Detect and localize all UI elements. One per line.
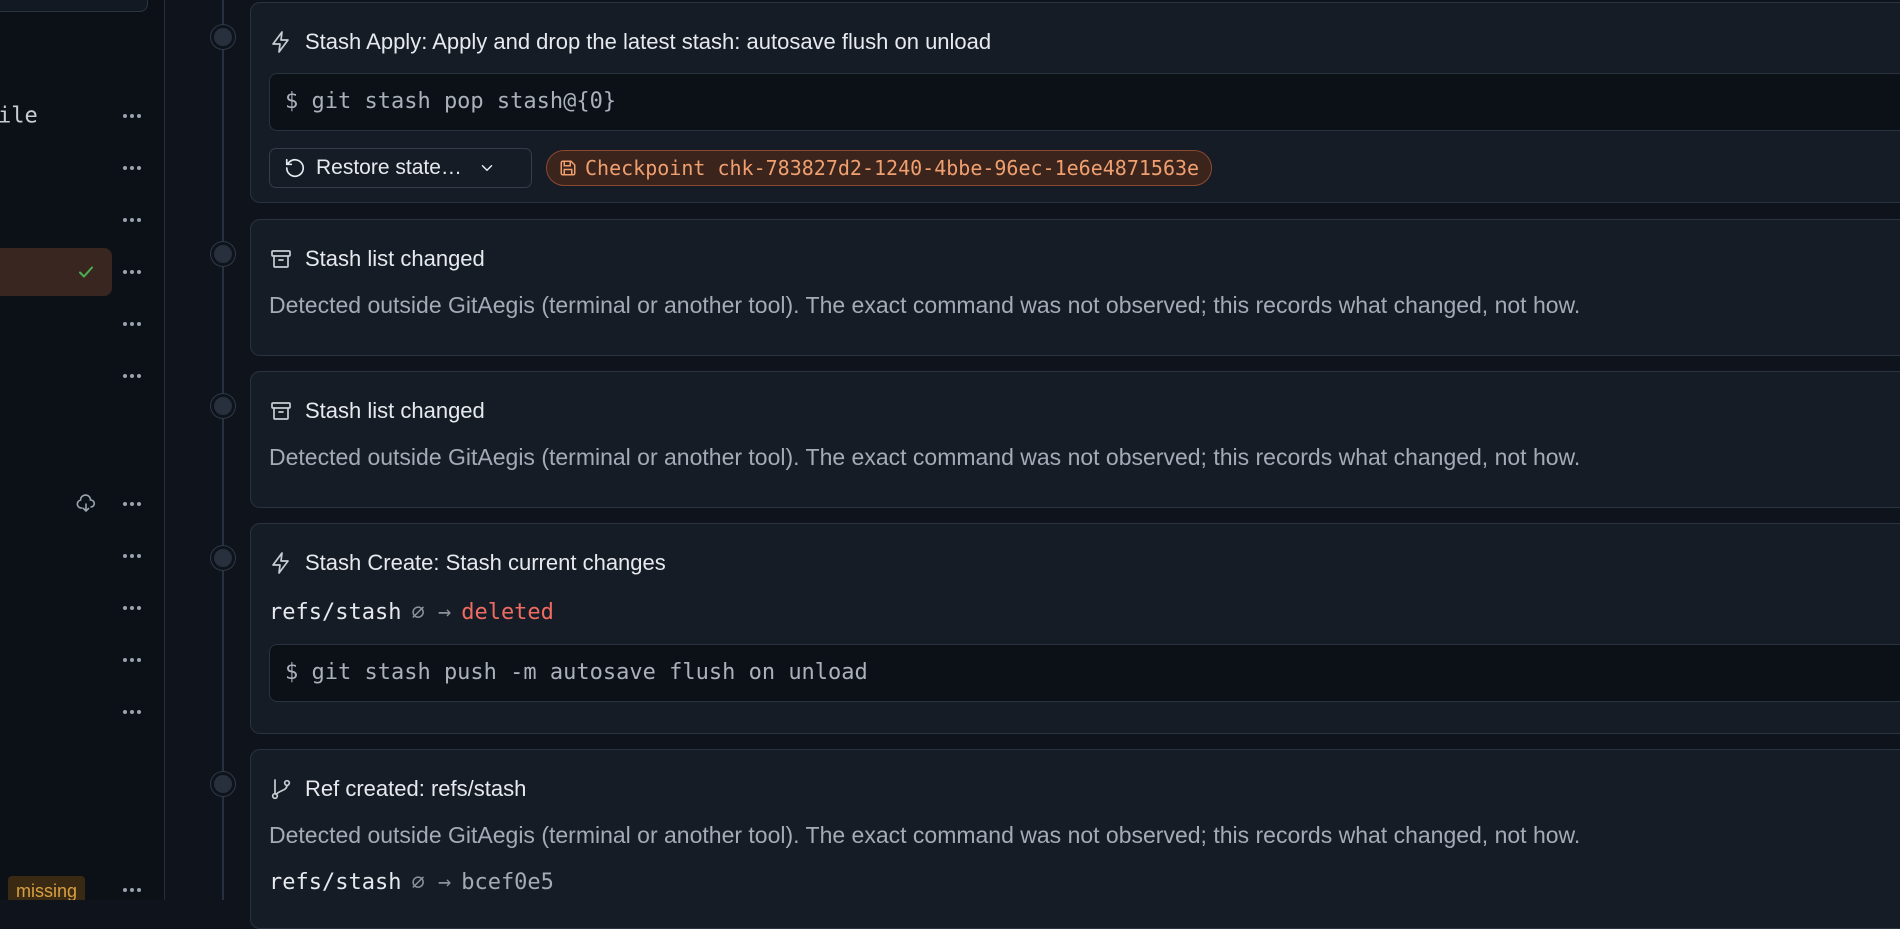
- more-icon[interactable]: [120, 212, 144, 228]
- timeline-dot: [211, 394, 235, 418]
- ref-result-hash: bcef0e5: [461, 870, 554, 895]
- card-title: Stash list changed: [269, 246, 485, 272]
- sidebar-row[interactable]: [0, 532, 164, 580]
- archive-icon: [271, 250, 291, 268]
- check-icon: [76, 262, 96, 282]
- sidebar-row[interactable]: [0, 300, 164, 348]
- ref-name: refs/stash: [269, 870, 402, 895]
- ref-change-arrow: ∅ →: [411, 600, 452, 625]
- card-title-text: Stash list changed: [305, 398, 485, 423]
- ref-name: refs/stash: [269, 600, 402, 625]
- more-icon[interactable]: [120, 368, 144, 384]
- sidebar-row-label: ile: [0, 103, 38, 129]
- sidebar-row[interactable]: [0, 636, 164, 684]
- ref-change-line: refs/stash ∅ → deleted: [269, 600, 554, 625]
- lightning-icon: [272, 552, 289, 574]
- lightning-icon: [272, 31, 289, 53]
- card-title: Ref created: refs/stash: [269, 776, 526, 802]
- timeline-dot: [211, 772, 235, 796]
- more-icon[interactable]: [120, 652, 144, 668]
- timeline-card-stash-create: Stash Create: Stash current changes refs…: [250, 523, 1900, 734]
- card-title-text: Ref created: refs/stash: [305, 776, 527, 801]
- timeline: Stash Apply: Apply and drop the latest s…: [166, 0, 1900, 929]
- command-block: $ git stash push -m autosave flush on un…: [269, 644, 1900, 702]
- sidebar-row[interactable]: [0, 480, 164, 528]
- card-title-text: Stash Apply: Apply and drop the latest s…: [305, 29, 992, 54]
- more-icon[interactable]: [120, 882, 144, 898]
- sidebar: ile missing: [0, 0, 165, 900]
- card-title: Stash Apply: Apply and drop the latest s…: [269, 29, 991, 55]
- ref-change-line: refs/stash ∅ → bcef0e5: [269, 870, 554, 895]
- cloud-download-icon[interactable]: [76, 494, 96, 514]
- sidebar-row[interactable]: missing: [0, 866, 164, 900]
- card-description: Detected outside GitAegis (terminal or a…: [269, 292, 1581, 318]
- chevron-down-icon: [481, 165, 493, 171]
- timeline-card-stash-list-changed: Stash list changed Detected outside GitA…: [250, 371, 1900, 508]
- restore-state-button[interactable]: Restore state…: [269, 148, 532, 188]
- more-icon[interactable]: [120, 160, 144, 176]
- more-icon[interactable]: [120, 108, 144, 124]
- timeline-dot: [211, 25, 235, 49]
- card-description: Detected outside GitAegis (terminal or a…: [269, 822, 1581, 848]
- sidebar-row[interactable]: ile: [0, 92, 164, 140]
- restore-state-label: Restore state…: [316, 156, 462, 179]
- card-description: Detected outside GitAegis (terminal or a…: [269, 444, 1581, 470]
- more-icon[interactable]: [120, 496, 144, 512]
- missing-badge: missing: [8, 876, 86, 900]
- ref-result: deleted: [461, 600, 554, 625]
- timeline-dot: [211, 546, 235, 570]
- timeline-line: [222, 0, 224, 900]
- checkpoint-label: Checkpoint chk-783827d2-1240-4bbe-96ec-1…: [585, 156, 1200, 180]
- card-title: Stash list changed: [269, 398, 485, 424]
- more-icon[interactable]: [120, 264, 144, 280]
- sidebar-row[interactable]: [0, 196, 164, 244]
- sidebar-row[interactable]: [0, 144, 164, 192]
- sidebar-row[interactable]: [0, 688, 164, 736]
- card-title-text: Stash Create: Stash current changes: [305, 550, 666, 575]
- more-icon[interactable]: [120, 704, 144, 720]
- sidebar-search-input[interactable]: [0, 0, 148, 12]
- ref-change-arrow: ∅ →: [411, 870, 452, 895]
- undo-icon: [285, 158, 305, 178]
- timeline-card-stash-list-changed: Stash list changed Detected outside GitA…: [250, 219, 1900, 356]
- git-branch-icon: [271, 779, 291, 800]
- card-title: Stash Create: Stash current changes: [269, 550, 666, 576]
- more-icon[interactable]: [120, 316, 144, 332]
- sidebar-row[interactable]: [0, 584, 164, 632]
- timeline-card-ref-created: Ref created: refs/stash Detected outside…: [250, 749, 1900, 929]
- more-icon[interactable]: [120, 548, 144, 564]
- command-block: $ git stash pop stash@{0}: [269, 73, 1900, 131]
- timeline-dot: [211, 242, 235, 266]
- save-icon: [560, 160, 576, 176]
- more-icon[interactable]: [120, 600, 144, 616]
- sidebar-row-active[interactable]: [0, 248, 164, 296]
- sidebar-row[interactable]: [0, 352, 164, 400]
- checkpoint-badge[interactable]: Checkpoint chk-783827d2-1240-4bbe-96ec-1…: [546, 150, 1213, 186]
- archive-icon: [271, 402, 291, 420]
- card-title-text: Stash list changed: [305, 246, 485, 271]
- timeline-card-stash-apply: Stash Apply: Apply and drop the latest s…: [250, 2, 1900, 203]
